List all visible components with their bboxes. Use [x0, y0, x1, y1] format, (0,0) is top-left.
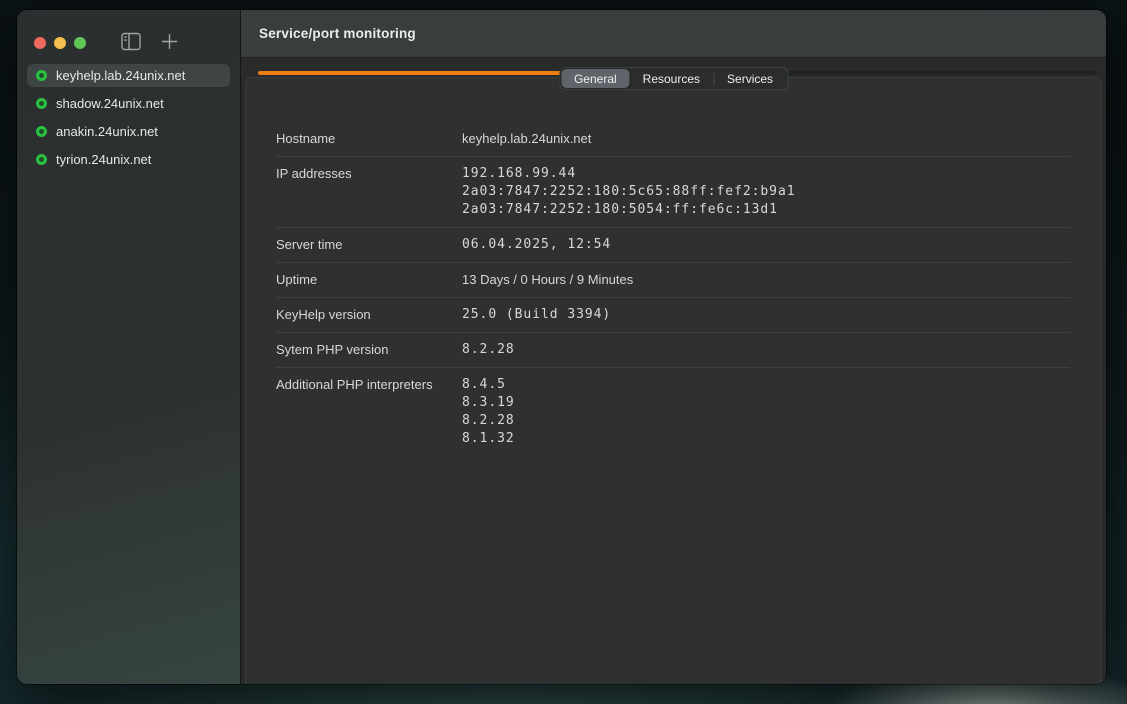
- row-value: 8.2.28: [462, 341, 515, 359]
- server-label: tyrion.24unix.net: [56, 152, 151, 167]
- sidebar-item-server[interactable]: keyhelp.lab.24unix.net: [27, 64, 230, 87]
- status-online-icon: [36, 98, 47, 109]
- server-list: keyhelp.lab.24unix.net shadow.24unix.net a…: [27, 64, 230, 176]
- desktop-background: keyhelp.lab.24unix.net shadow.24unix.net a…: [0, 0, 1127, 704]
- server-label: shadow.24unix.net: [56, 96, 164, 111]
- details-panel: Hostnamekeyhelp.lab.24unix.netIP address…: [245, 77, 1102, 684]
- table-row: KeyHelp version25.0 (Build 3394): [276, 298, 1070, 333]
- server-label: keyhelp.lab.24unix.net: [56, 68, 185, 83]
- server-label: anakin.24unix.net: [56, 124, 158, 139]
- row-label: Hostname: [276, 130, 462, 148]
- table-row: Hostnamekeyhelp.lab.24unix.net: [276, 122, 1070, 157]
- tab-resources[interactable]: Resources: [630, 69, 713, 88]
- sidebar: keyhelp.lab.24unix.net shadow.24unix.net a…: [17, 10, 241, 684]
- row-label: Uptime: [276, 271, 462, 289]
- row-value: 13 Days / 0 Hours / 9 Minutes: [462, 271, 633, 289]
- status-online-icon: [36, 126, 47, 137]
- row-label: Server time: [276, 236, 462, 254]
- row-value: 192.168.99.44 2a03:7847:2252:180:5c65:88…: [462, 165, 796, 219]
- row-label: Sytem PHP version: [276, 341, 462, 359]
- table-row: IP addresses192.168.99.44 2a03:7847:2252…: [276, 157, 1070, 228]
- row-value: keyhelp.lab.24unix.net: [462, 130, 591, 148]
- status-online-icon: [36, 154, 47, 165]
- sidebar-item-server[interactable]: tyrion.24unix.net: [27, 148, 230, 171]
- table-row: Uptime13 Days / 0 Hours / 9 Minutes: [276, 263, 1070, 298]
- sidebar-toolbar: [121, 32, 178, 51]
- tab-general[interactable]: General: [561, 69, 630, 88]
- close-button[interactable]: [34, 37, 46, 49]
- app-window: keyhelp.lab.24unix.net shadow.24unix.net a…: [17, 10, 1106, 684]
- plus-icon[interactable]: [161, 33, 178, 50]
- sidebar-toggle-icon[interactable]: [121, 32, 141, 51]
- tab-services[interactable]: Services: [714, 69, 786, 88]
- page-title: Service/port monitoring: [259, 26, 416, 41]
- status-online-icon: [36, 70, 47, 81]
- details-table: Hostnamekeyhelp.lab.24unix.netIP address…: [276, 122, 1070, 456]
- sidebar-item-server[interactable]: anakin.24unix.net: [27, 120, 230, 143]
- window-controls: [34, 37, 86, 49]
- row-value: 25.0 (Build 3394): [462, 306, 611, 324]
- zoom-button[interactable]: [74, 37, 86, 49]
- window-titlebar: Service/port monitoring: [241, 10, 1106, 58]
- row-label: KeyHelp version: [276, 306, 462, 324]
- row-label: Additional PHP interpreters: [276, 376, 462, 448]
- row-label: IP addresses: [276, 165, 462, 219]
- row-value: 8.4.5 8.3.19 8.2.28 8.1.32: [462, 376, 515, 448]
- table-row: Sytem PHP version8.2.28: [276, 333, 1070, 368]
- main-panel: Service/port monitoring GeneralResources…: [241, 10, 1106, 684]
- table-row: Additional PHP interpreters8.4.5 8.3.19 …: [276, 368, 1070, 456]
- minimize-button[interactable]: [54, 37, 66, 49]
- table-row: Server time06.04.2025, 12:54: [276, 228, 1070, 263]
- sidebar-item-server[interactable]: shadow.24unix.net: [27, 92, 230, 115]
- row-value: 06.04.2025, 12:54: [462, 236, 611, 254]
- tab-bar: GeneralResourcesServices: [559, 67, 788, 90]
